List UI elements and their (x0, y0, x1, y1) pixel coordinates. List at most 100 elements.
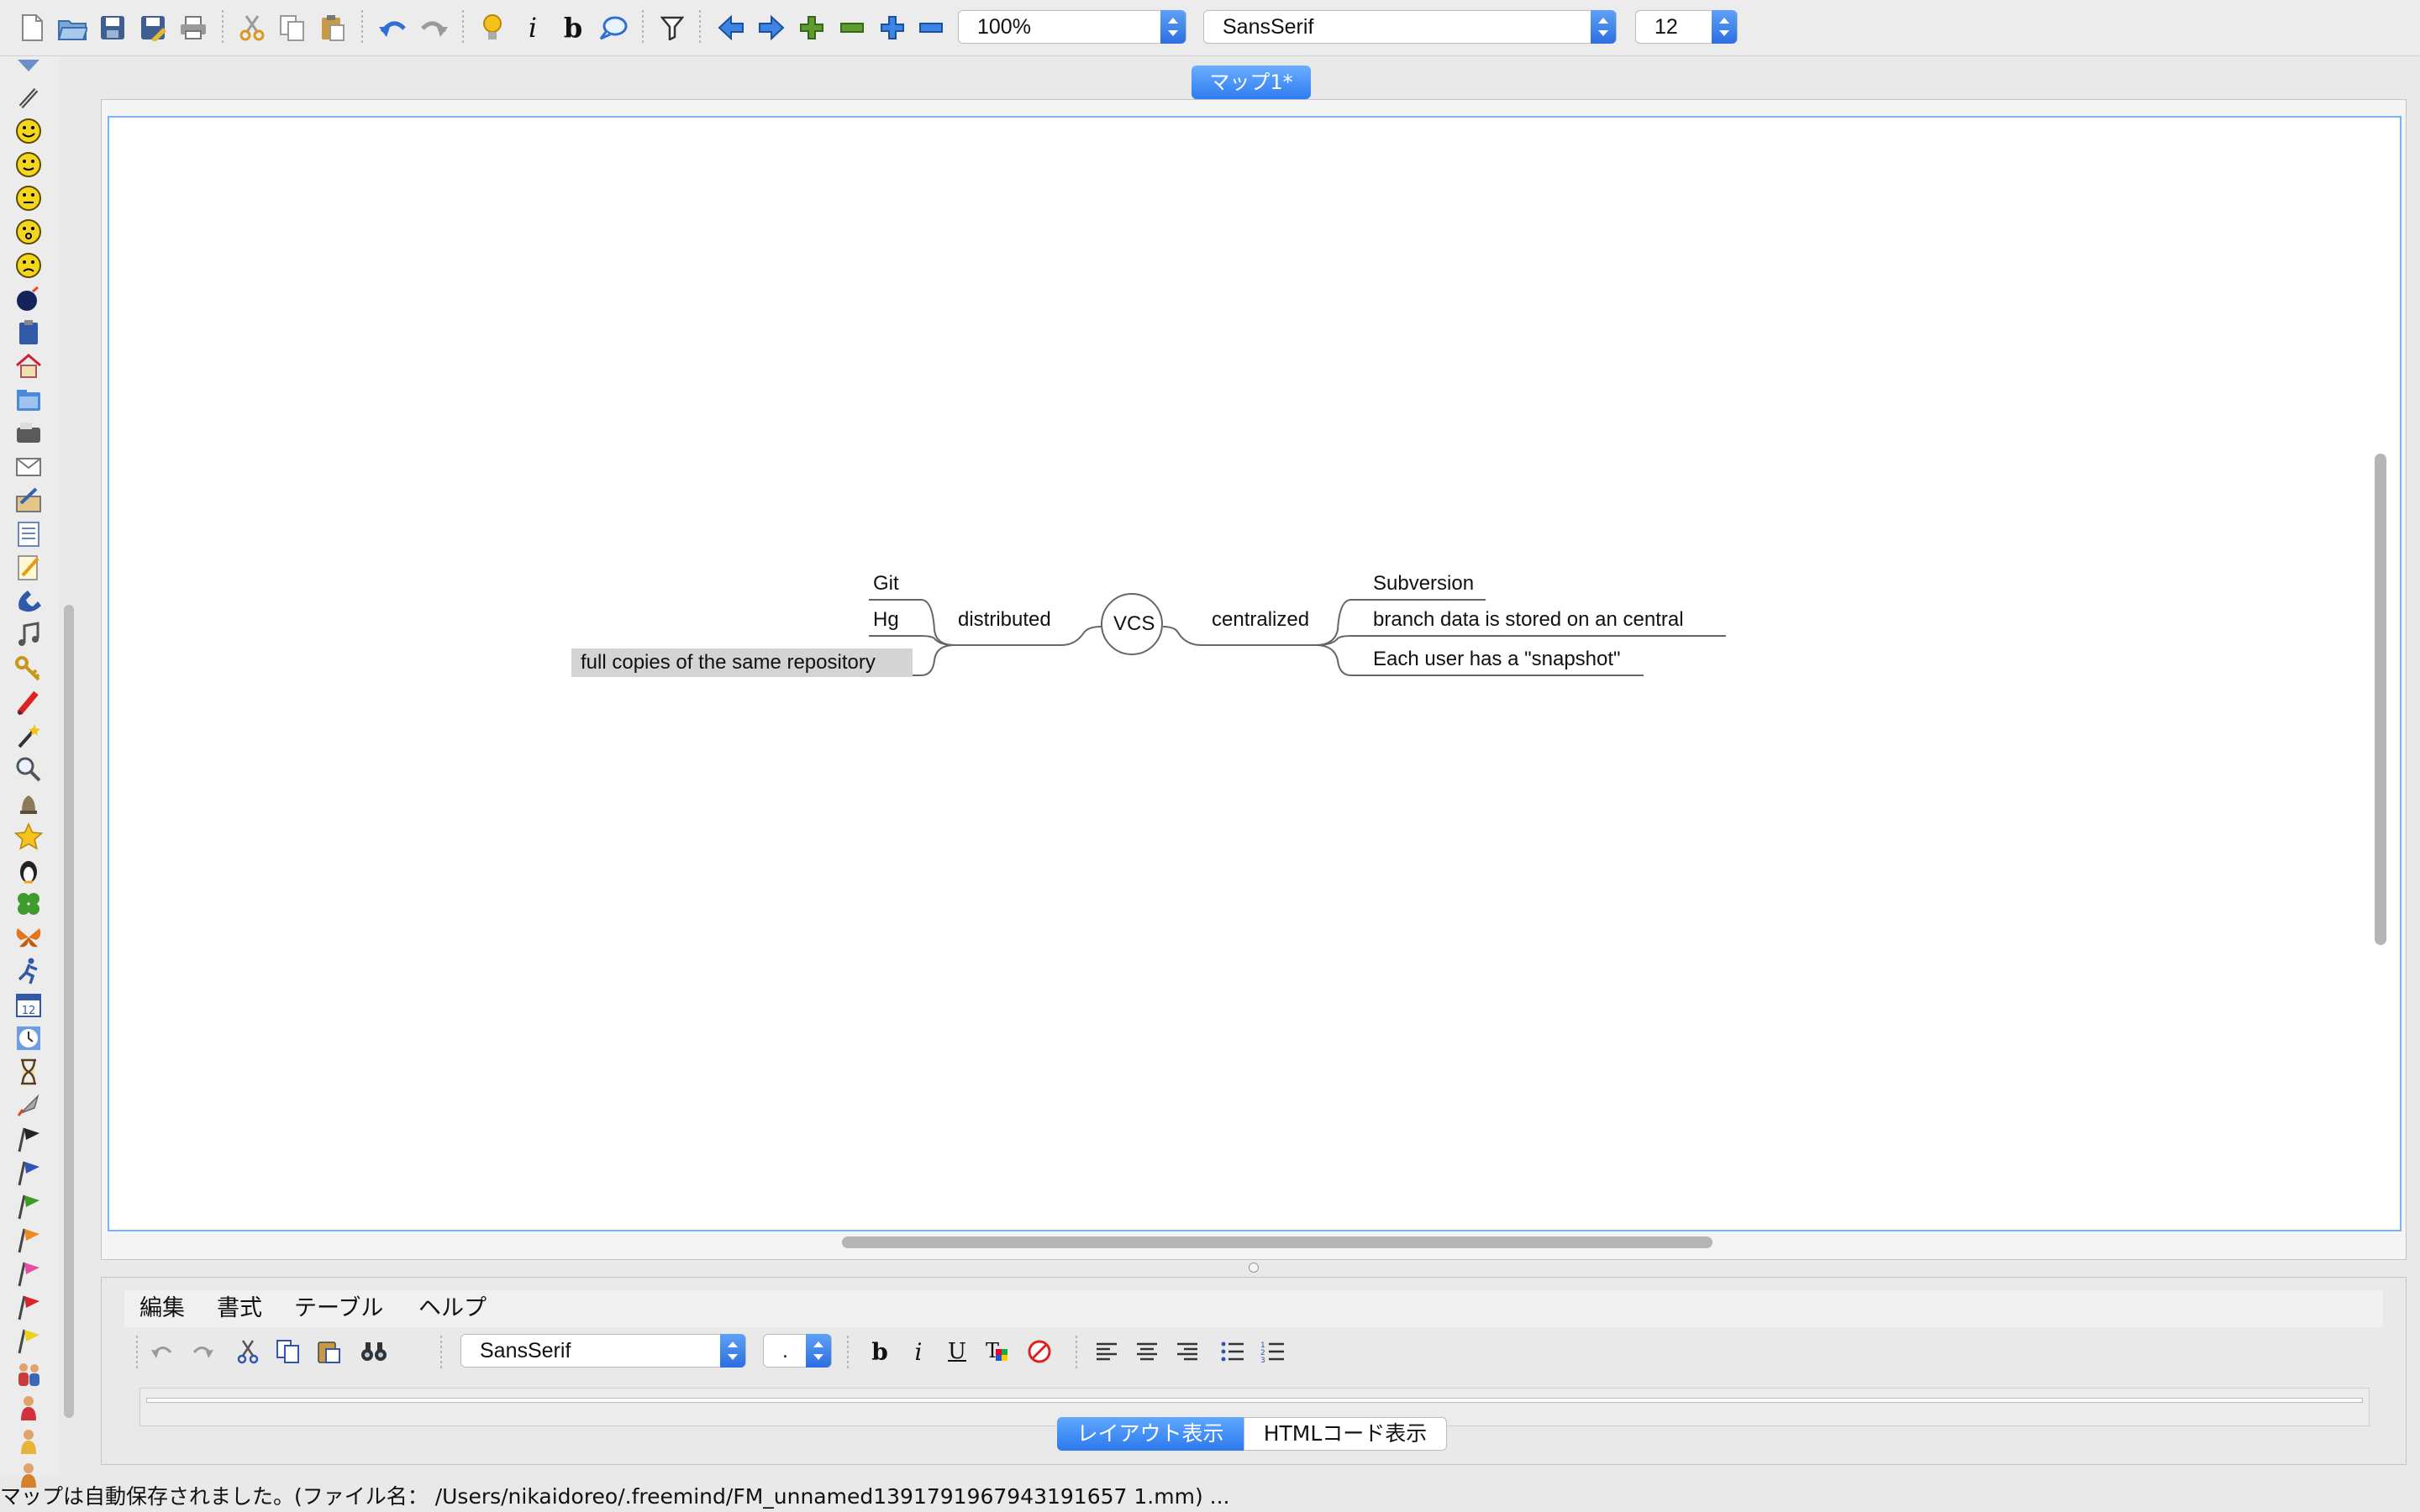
node-centralized[interactable]: centralized (1212, 607, 1309, 633)
bullet-list-icon[interactable] (1218, 1337, 1247, 1366)
magnifier-icon[interactable] (14, 755, 43, 784)
runner-icon[interactable] (14, 957, 43, 985)
node-branch-data[interactable]: branch data is stored on an central (1373, 607, 1684, 633)
flag-yellow-icon[interactable] (14, 1326, 43, 1355)
clear-format-icon[interactable] (1025, 1337, 1054, 1366)
node-each-user[interactable]: Each user has a "snapshot" (1373, 647, 1621, 672)
smiley-laughing-icon[interactable] (14, 117, 43, 145)
align-right-icon[interactable] (1173, 1337, 1202, 1366)
tab-html-view[interactable]: HTMLコード表示 (1244, 1417, 1447, 1451)
magic-wand-icon[interactable] (14, 722, 43, 750)
node-distributed[interactable]: distributed (958, 607, 1051, 633)
clover-icon[interactable] (14, 890, 43, 918)
canvas-horizontal-scrollbar[interactable] (842, 1236, 1712, 1248)
back-icon[interactable] (714, 11, 748, 45)
root-node[interactable]: VCS (1113, 612, 1155, 637)
menu-help[interactable]: ヘルプ (418, 1294, 487, 1324)
star-icon[interactable] (14, 822, 43, 851)
font-size-select[interactable]: 12 (1635, 10, 1738, 44)
underline-icon[interactable]: U (943, 1337, 971, 1366)
calendar-icon[interactable]: 12 (14, 990, 43, 1019)
penguin-icon[interactable] (14, 856, 43, 885)
edit-mail-icon[interactable] (14, 486, 43, 515)
smiley-angry-icon[interactable] (14, 251, 43, 280)
clipboard-icon[interactable] (14, 318, 43, 347)
add-icon[interactable] (795, 11, 829, 45)
zoom-select[interactable]: 100% (958, 10, 1186, 44)
remove-icon[interactable] (835, 11, 869, 45)
flag-black-icon[interactable] (14, 1125, 43, 1153)
open-icon[interactable] (55, 11, 89, 45)
marker-icon[interactable] (14, 688, 43, 717)
down-arrow-icon[interactable] (14, 56, 43, 75)
mindmap-canvas[interactable]: VCS distributed Git Hg full copies of th… (108, 116, 2402, 1231)
save-icon[interactable] (96, 11, 129, 45)
bulb-icon[interactable] (476, 11, 509, 45)
copy-icon[interactable] (276, 11, 309, 45)
music-icon[interactable] (14, 621, 43, 649)
smiley-oh-no-icon[interactable] (14, 218, 43, 246)
hourglass-icon[interactable] (14, 1058, 43, 1086)
tab-map[interactable]: マップ1* (1192, 66, 1311, 99)
save-as-icon[interactable] (136, 11, 170, 45)
new-file-icon[interactable] (15, 11, 49, 45)
canvas-vertical-scrollbar[interactable] (2375, 454, 2386, 945)
bell-icon[interactable] (14, 789, 43, 817)
menu-edit[interactable]: 編集 (139, 1294, 185, 1324)
flag-blue-icon[interactable] (14, 1158, 43, 1187)
numbered-list-icon[interactable]: 123 (1259, 1337, 1287, 1366)
attachment-icon[interactable] (14, 83, 43, 112)
folder-icon[interactable] (14, 386, 43, 414)
paste-icon[interactable] (316, 11, 350, 45)
flag-orange-icon[interactable] (14, 1226, 43, 1254)
mailbox-icon[interactable] (14, 419, 43, 448)
butterfly-icon[interactable] (14, 923, 43, 952)
family-icon[interactable] (14, 1360, 43, 1389)
node-subversion[interactable]: Subversion (1373, 571, 1474, 596)
paste-icon[interactable] (314, 1337, 343, 1366)
bomb-icon[interactable] (14, 285, 43, 313)
italic-icon[interactable]: i (516, 11, 550, 45)
home-icon[interactable] (14, 352, 43, 381)
menu-format[interactable]: 書式 (217, 1294, 262, 1324)
clock-icon[interactable] (14, 1024, 43, 1053)
split-pane-handle[interactable] (1249, 1263, 1259, 1273)
cut-icon[interactable] (235, 11, 269, 45)
phone-icon[interactable] (14, 587, 43, 616)
flag-red-icon[interactable] (14, 1293, 43, 1321)
menu-table[interactable]: テーブル (294, 1294, 383, 1324)
zoom-in-icon[interactable] (876, 11, 909, 45)
font-family-select[interactable]: SansSerif (1203, 10, 1617, 44)
redo-icon[interactable] (188, 1337, 217, 1366)
cut-icon[interactable] (234, 1337, 262, 1366)
tab-layout-view[interactable]: レイアウト表示 (1057, 1417, 1244, 1451)
smiley-neutral-icon[interactable] (14, 184, 43, 213)
mail-icon[interactable] (14, 453, 43, 481)
find-icon[interactable] (360, 1337, 388, 1366)
note-editor-text-area[interactable] (146, 1398, 2363, 1403)
undo-icon[interactable] (376, 11, 410, 45)
bold-icon[interactable]: b (865, 1337, 894, 1366)
filter-icon[interactable] (655, 11, 689, 45)
editor-font-size-select[interactable]: . (763, 1334, 832, 1368)
print-icon[interactable] (176, 11, 210, 45)
node-git[interactable]: Git (873, 571, 899, 596)
smiley-happy-icon[interactable] (14, 150, 43, 179)
bold-icon[interactable]: b (556, 11, 590, 45)
key-icon[interactable] (14, 654, 43, 683)
align-left-icon[interactable] (1092, 1337, 1121, 1366)
zoom-out-icon[interactable] (914, 11, 948, 45)
italic-icon[interactable]: i (904, 1337, 933, 1366)
flag-green-icon[interactable] (14, 1192, 43, 1221)
redo-icon[interactable] (417, 11, 450, 45)
forward-icon[interactable] (755, 11, 788, 45)
cloud-icon[interactable] (597, 11, 630, 45)
node-hg[interactable]: Hg (873, 607, 899, 633)
man-icon[interactable] (14, 1427, 43, 1456)
flag-pink-icon[interactable] (14, 1259, 43, 1288)
list-icon[interactable] (14, 520, 43, 549)
editor-font-family-select[interactable]: SansSerif (460, 1334, 746, 1368)
pencil-icon[interactable] (14, 554, 43, 582)
copy-icon[interactable] (274, 1337, 302, 1366)
palette-scrollbar[interactable] (64, 605, 74, 1418)
